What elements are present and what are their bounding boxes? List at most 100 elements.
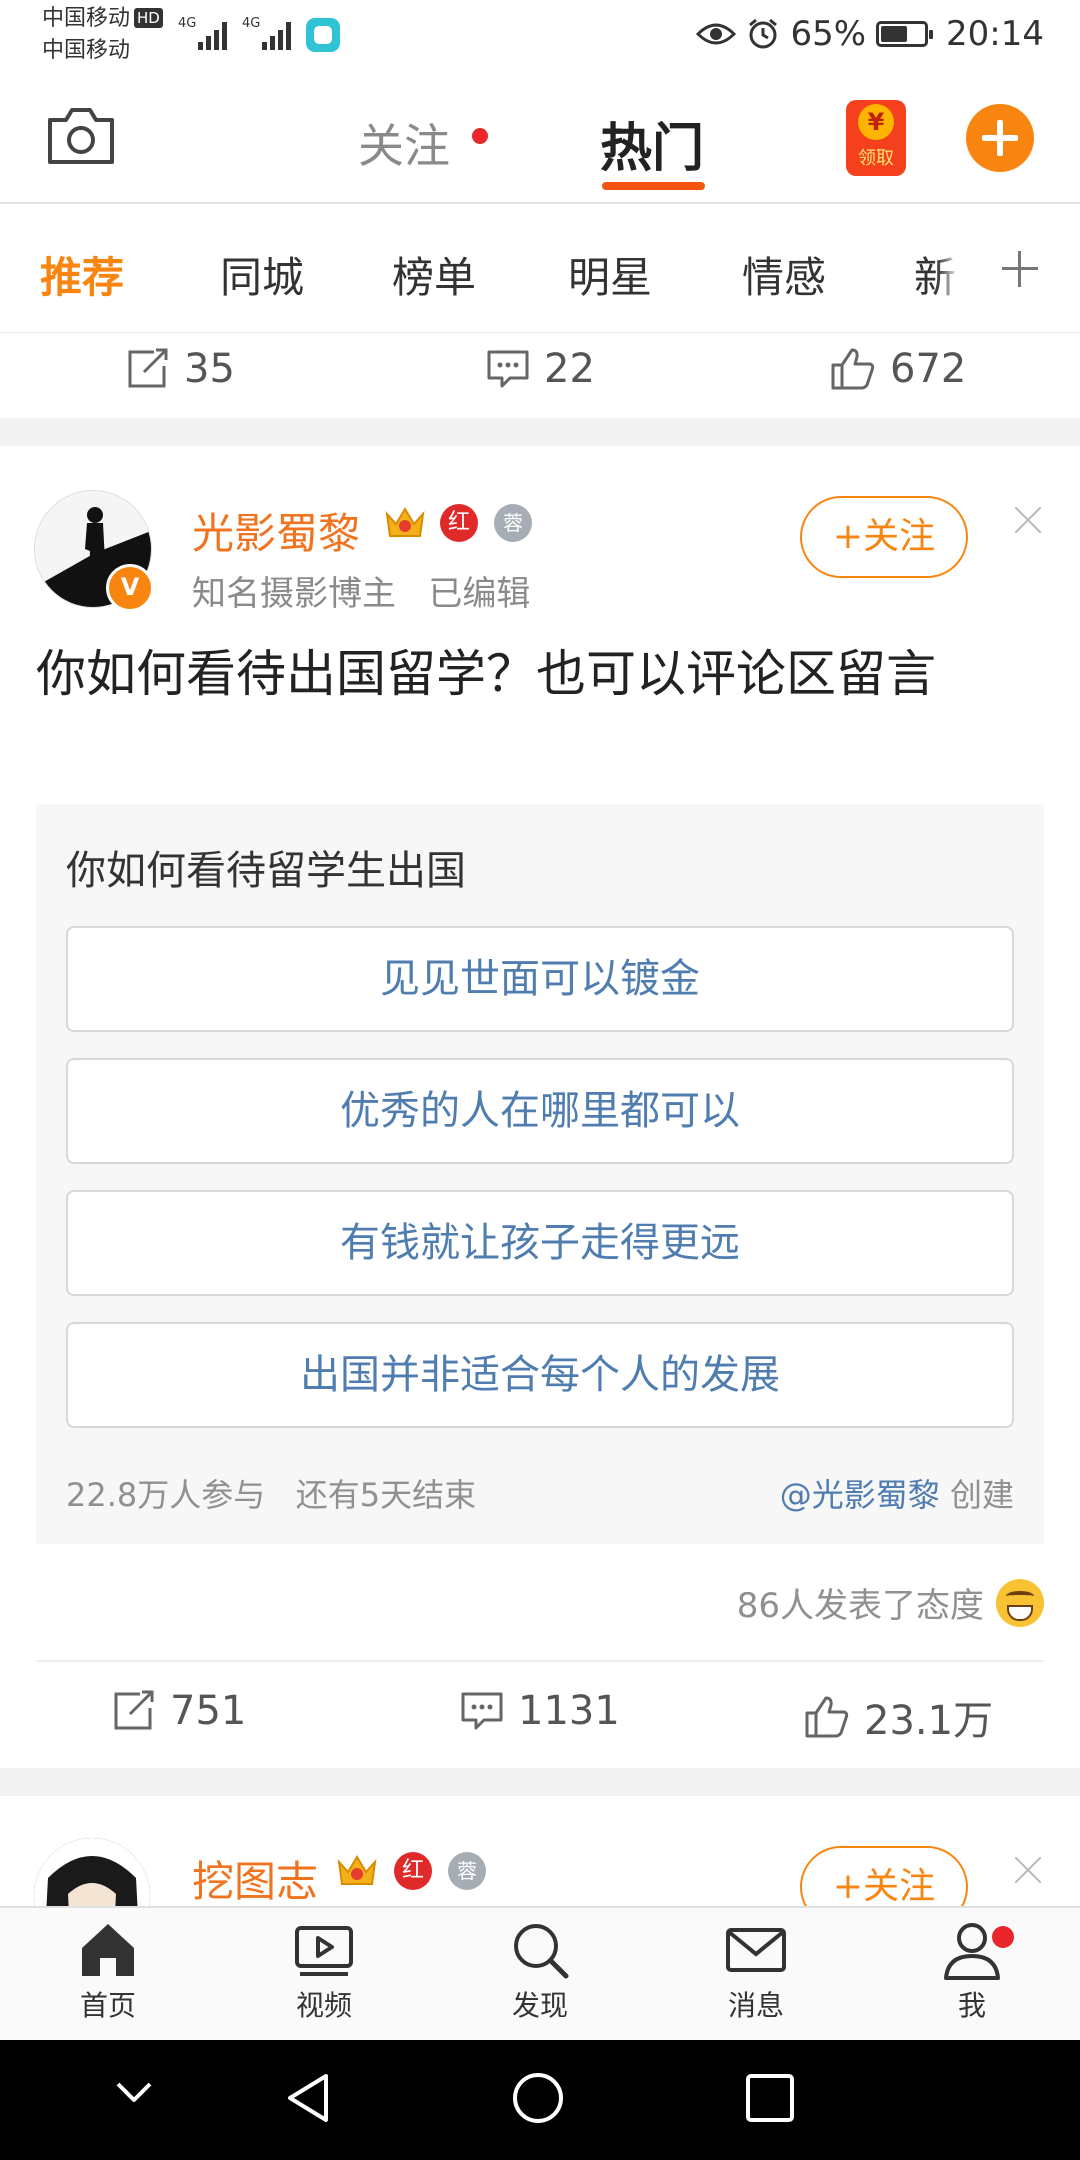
carrier-label-2: 中国移动 bbox=[42, 38, 131, 63]
vote-creator-suffix: 创建 bbox=[939, 1476, 1014, 1514]
share-icon bbox=[128, 348, 168, 388]
category-local[interactable]: 同城 bbox=[220, 244, 304, 305]
top-nav: 关注 热门 ¥ 领取 bbox=[0, 70, 1080, 204]
compose-button[interactable] bbox=[966, 104, 1034, 172]
post-actions: 751 1131 23.1万 bbox=[0, 1672, 1080, 1752]
vote-option-4[interactable]: 出国并非适合每个人的发展 bbox=[66, 1322, 1014, 1428]
tab-follow-label: 关注 bbox=[358, 119, 450, 173]
tab-video[interactable]: 视频 bbox=[264, 1918, 384, 2024]
recents-square-icon[interactable] bbox=[742, 2070, 798, 2126]
thumbs-up-icon bbox=[805, 1696, 849, 1738]
vote-card: 你如何看待留学生出国 见见世面可以镀金 优秀的人在哪里都可以 有钱就让孩子走得更… bbox=[36, 804, 1044, 1544]
user-icon bbox=[944, 1923, 1000, 1980]
action-divider bbox=[36, 1660, 1044, 1662]
user-name[interactable]: 挖图志 bbox=[192, 1848, 318, 1909]
network-type-1: 4G bbox=[178, 16, 197, 31]
signal-icon-2 bbox=[262, 18, 296, 50]
comment-count: 1131 bbox=[518, 1688, 620, 1734]
status-bar: 中国移动 HD 中国移动 4G 4G 65% 20:14 bbox=[0, 0, 1080, 70]
attitude-text: 86人发表了态度 bbox=[736, 1586, 984, 1626]
comment-button[interactable]: 22 bbox=[486, 346, 595, 392]
repost-button[interactable]: 751 bbox=[110, 1688, 246, 1734]
vote-participants: 22.8万人参与 还有5天结束 bbox=[66, 1476, 477, 1514]
comment-icon bbox=[461, 1692, 503, 1730]
battery-fill bbox=[881, 26, 908, 42]
tab-discover-label: 发现 bbox=[511, 1989, 568, 2022]
search-icon bbox=[514, 1924, 569, 1979]
category-bar: 推荐 同城 榜单 明星 情感 新 bbox=[0, 204, 1080, 333]
category-stars[interactable]: 明星 bbox=[568, 244, 652, 305]
repost-button[interactable]: 35 bbox=[124, 346, 235, 392]
user-subtitle: 知名摄影博主 已编辑 bbox=[192, 574, 531, 614]
network-type-2: 4G bbox=[242, 16, 261, 31]
comment-icon bbox=[487, 350, 529, 388]
laugh-emoji-icon bbox=[996, 1578, 1044, 1627]
crown-icon bbox=[337, 1855, 377, 1885]
repost-count: 35 bbox=[184, 346, 235, 392]
feed-separator bbox=[0, 1768, 1080, 1796]
category-ranking[interactable]: 榜单 bbox=[392, 244, 476, 305]
like-button[interactable]: 672 bbox=[830, 346, 966, 392]
mail-icon bbox=[726, 1928, 786, 1972]
comment-button[interactable]: 1131 bbox=[460, 1688, 620, 1734]
battery-icon bbox=[876, 21, 934, 47]
prev-post-actions: 35 22 672 bbox=[0, 330, 1080, 410]
verified-badge: V bbox=[106, 564, 154, 612]
alarm-icon bbox=[749, 18, 778, 49]
vote-question: 你如何看待留学生出国 bbox=[66, 848, 466, 894]
tab-discover[interactable]: 发现 bbox=[480, 1918, 600, 2024]
vote-creator-link[interactable]: @光影蜀黎 bbox=[780, 1476, 940, 1514]
follow-button[interactable]: +关注 bbox=[800, 496, 968, 578]
bottom-tab-bar: 首页 视频 发现 消息 我 bbox=[0, 1906, 1080, 2042]
camera-icon[interactable] bbox=[46, 106, 116, 166]
tab-hot[interactable]: 热门 bbox=[600, 106, 704, 181]
carrier-label-1: 中国移动 HD bbox=[42, 6, 163, 32]
home-icon bbox=[82, 1924, 134, 1976]
eye-icon bbox=[696, 23, 737, 45]
like-count: 23.1万 bbox=[864, 1698, 994, 1744]
notification-dot bbox=[992, 1926, 1014, 1948]
tab-home[interactable]: 首页 bbox=[48, 1918, 168, 2024]
status-right: 65% 20:14 bbox=[696, 14, 1044, 54]
attitude-row[interactable]: 86人发表了态度 bbox=[737, 1578, 1044, 1627]
app-notification-icon bbox=[306, 18, 340, 52]
vote-option-1[interactable]: 见见世面可以镀金 bbox=[66, 926, 1014, 1032]
red-packet-button[interactable]: ¥ 领取 bbox=[846, 100, 906, 176]
category-emotion[interactable]: 情感 bbox=[742, 244, 826, 305]
active-tab-indicator bbox=[602, 182, 705, 190]
category-new[interactable]: 新 bbox=[914, 244, 956, 305]
repost-count: 751 bbox=[170, 1688, 247, 1734]
red-badge: 红 bbox=[440, 504, 478, 542]
red-badge: 红 bbox=[394, 1852, 432, 1890]
tab-video-label: 视频 bbox=[295, 1989, 352, 2022]
silver-badge: 蓉 bbox=[448, 1852, 486, 1890]
tab-me-label: 我 bbox=[957, 1989, 986, 2022]
post-text: 你如何看待出国留学？也可以评论区留言 bbox=[36, 645, 936, 703]
feed-separator bbox=[0, 418, 1080, 446]
comment-count: 22 bbox=[544, 346, 595, 392]
hd-icon: HD bbox=[134, 8, 163, 28]
tab-follow[interactable]: 关注 bbox=[358, 110, 450, 176]
tab-me[interactable]: 我 bbox=[912, 1918, 1032, 2024]
vote-option-3[interactable]: 有钱就让孩子走得更远 bbox=[66, 1190, 1014, 1296]
home-circle-icon[interactable] bbox=[510, 2070, 566, 2126]
video-icon bbox=[295, 1926, 353, 1976]
tab-home-label: 首页 bbox=[79, 1989, 136, 2022]
signal-icon-1 bbox=[198, 18, 232, 50]
like-button[interactable]: 23.1万 bbox=[804, 1688, 993, 1746]
battery-percent: 65% bbox=[790, 14, 867, 54]
vote-option-2[interactable]: 优秀的人在哪里都可以 bbox=[66, 1058, 1014, 1164]
close-icon[interactable] bbox=[1010, 502, 1046, 538]
clock: 20:14 bbox=[946, 14, 1044, 54]
tab-messages[interactable]: 消息 bbox=[696, 1918, 816, 2024]
back-icon[interactable] bbox=[282, 2070, 338, 2126]
category-recommend[interactable]: 推荐 bbox=[40, 244, 124, 305]
chevron-down-icon[interactable] bbox=[112, 2070, 156, 2114]
user-name[interactable]: 光影蜀黎 bbox=[192, 500, 360, 561]
vote-creator: @光影蜀黎 创建 bbox=[780, 1470, 1014, 1516]
category-add-button[interactable] bbox=[960, 204, 1080, 332]
yuan-coin-icon: ¥ bbox=[858, 104, 894, 140]
close-icon[interactable] bbox=[1010, 1852, 1046, 1888]
share-icon bbox=[114, 1690, 154, 1730]
thumbs-up-icon bbox=[831, 348, 875, 390]
